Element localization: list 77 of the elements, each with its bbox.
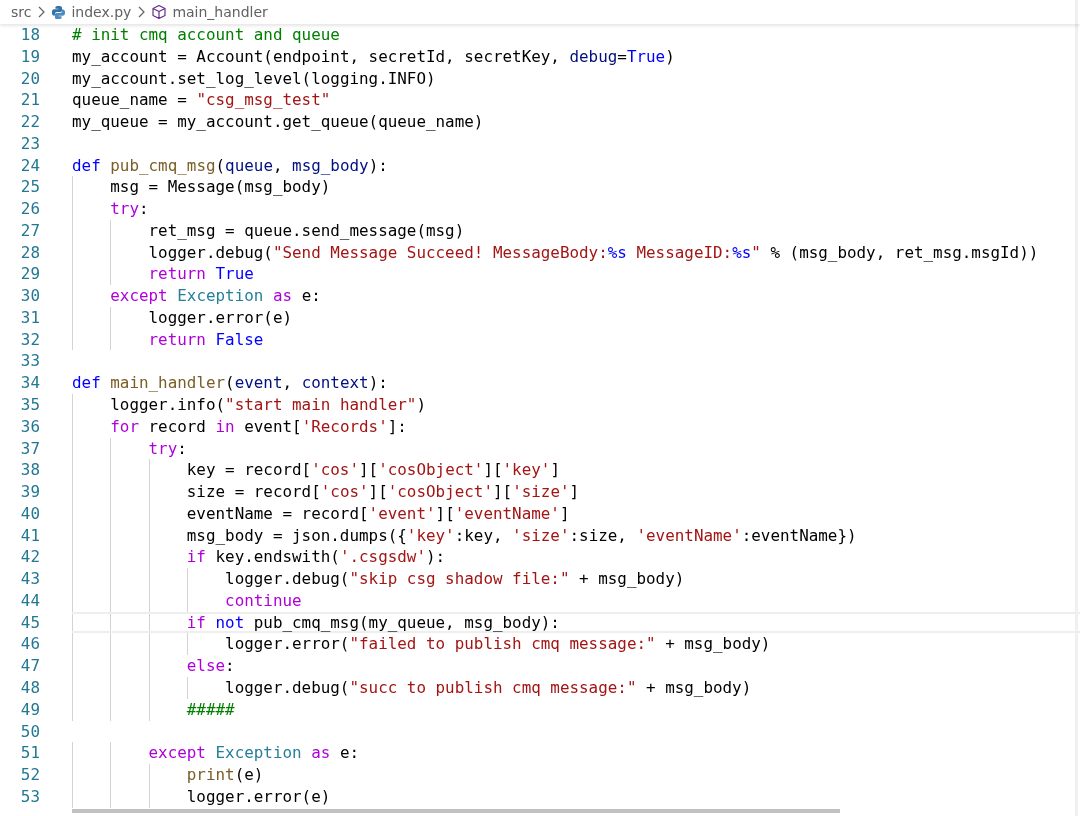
line-number: 35 [19,394,40,416]
line-number: 43 [19,568,40,590]
code-line: eventName = record['event']['eventName'] [186,502,570,525]
line-number: 19 [19,45,40,68]
code-line: size = record['cos']['cosObject']['size'] [186,481,580,503]
line-number: 30 [19,285,40,307]
chevron-icon [37,6,46,18]
code-line: except Exception as e: [110,285,321,307]
line-number: 36 [19,415,40,438]
code-line: msg_body = json.dumps({'key':key, 'size':size, 'eventName':eventName}) [186,524,857,547]
line-number: 29 [19,263,40,286]
code-line: for record in event['Records']: [110,415,407,438]
code-line: logger.info("start main handler") [110,394,426,416]
code-line: logger.debug("Send Message Succeed! MessageBody:%s MessageID:%s" % (msg_body, ret_msg.msgId)) [148,241,1039,264]
code-line: return True [148,263,254,286]
scrollbar-thumb[interactable] [72,809,840,813]
line-number: 48 [19,676,40,699]
line-number: 41 [19,524,40,547]
line-number: 32 [19,328,40,351]
code-line: logger.error(e) [148,306,293,329]
code-line: ret_msg = queue.send_message(msg) [148,219,465,242]
line-number: 46 [19,633,40,656]
cube-icon [151,4,168,20]
line-number: 27 [19,219,40,242]
line-number: 33 [19,350,40,373]
code-line: except Exception as e: [148,742,360,765]
code-line: if not pub_cmq_msg(my_queue, msg_body): [186,613,560,632]
line-number: 24 [19,154,40,177]
code-line: # init cmq account and queue [72,24,340,46]
code-line: logger.debug("skip csg shadow file:" + msg_body) [225,568,685,590]
code-line: my_account.set_log_level(logging.INFO) [72,67,436,90]
line-number: 21 [19,89,40,112]
line-number: 50 [19,720,40,743]
line-number: 28 [19,241,40,264]
line-number: 26 [19,198,40,220]
line-number: 44 [19,589,40,612]
breadcrumb-item[interactable]: src [11,4,32,20]
code-line: print(e) [186,764,264,786]
line-number: 49 [19,698,40,721]
code-line: try: [110,198,149,220]
code-line: def pub_cmq_msg(queue, msg_body): [72,154,388,177]
breadcrumb-item[interactable]: index.py [71,4,132,20]
python-file-icon [51,4,67,20]
line-number: 34 [19,372,40,394]
code-line: return False [148,328,264,351]
code-line: try: [148,437,187,460]
code-line: logger.error(e) [186,785,331,808]
code-line: def main_handler(event, context): [72,372,388,394]
line-number: 53 [19,785,40,808]
line-number: 23 [19,132,40,155]
line-number: 52 [19,764,40,786]
code-line: else: [186,655,235,677]
line-number: 47 [19,655,40,677]
line-number: 39 [19,481,40,503]
code-line: my_account = Account(endpoint, secretId, secretKey, debug=True) [72,45,675,68]
line-number: 51 [19,742,40,765]
line-number: 38 [19,459,40,482]
line-number: 42 [19,546,40,569]
line-number: 45 [19,611,40,634]
line-number: 25 [19,176,40,199]
line-number: 40 [19,502,40,525]
code-line: continue [225,589,302,612]
code-line: queue_name = "csg_msg_test" [72,89,331,112]
line-number: 37 [19,437,40,460]
code-line: my_queue = my_account.get_queue(queue_name) [72,111,484,133]
code-line: logger.error("failed to publish cmq message:" + msg_body) [225,633,771,656]
line-number: 18 [19,24,40,46]
breadcrumb-item[interactable]: main_handler [172,4,268,20]
code-line: logger.debug("succ to publish cmq message:" + msg_body) [225,676,752,699]
code-line: if key.endswith('.csgsdw'): [186,546,446,569]
code-line: msg = Message(msg_body) [110,176,331,199]
code-line: key = record['cos']['cosObject']['key'] [186,459,560,482]
code-line: ##### [186,698,235,721]
line-number: 20 [19,67,40,90]
line-number: 31 [19,306,40,329]
line-number: 22 [19,111,40,133]
chevron-icon [137,6,146,18]
